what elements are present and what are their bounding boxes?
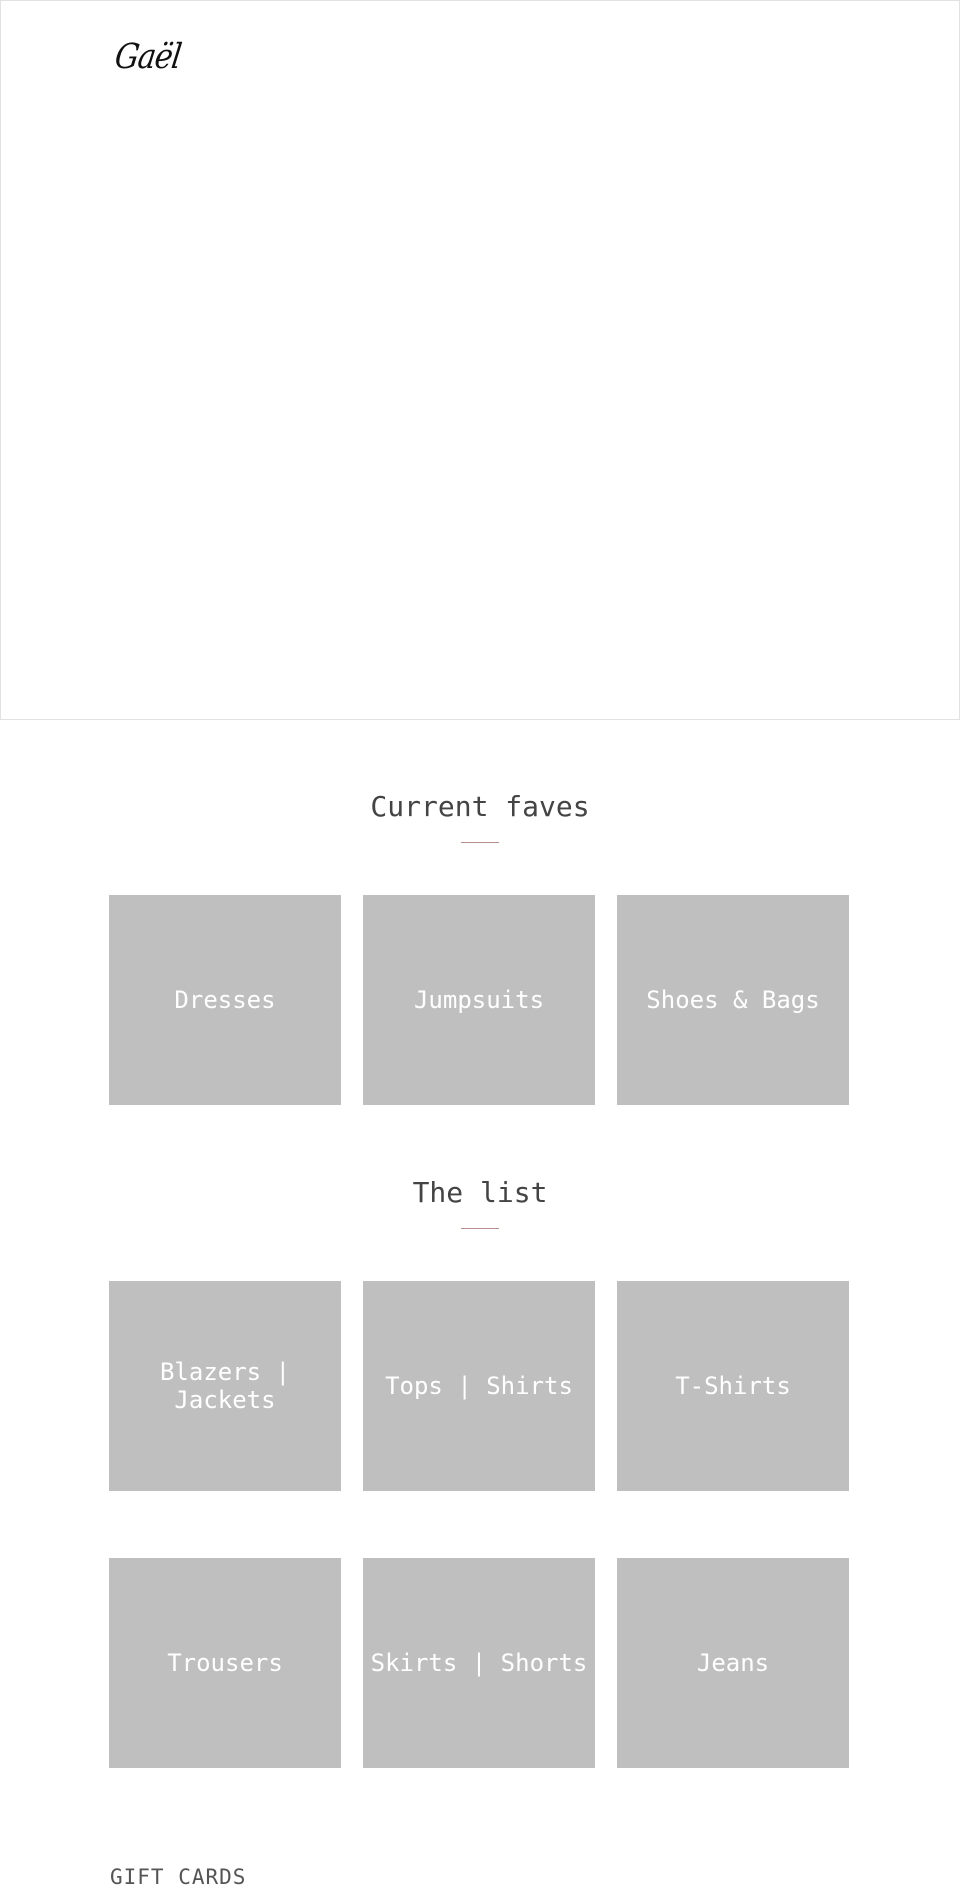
- title-divider: [461, 842, 499, 843]
- section-title-the-list: The list: [412, 1176, 548, 1209]
- category-card-t-shirts[interactable]: T-Shirts: [617, 1281, 849, 1491]
- brand-logo[interactable]: Gaël: [112, 37, 183, 77]
- category-label: T-Shirts: [675, 1372, 791, 1400]
- category-card-blazers-jackets[interactable]: Blazers | Jackets: [109, 1281, 341, 1491]
- category-card-tops-shirts[interactable]: Tops | Shirts: [363, 1281, 595, 1491]
- section-title-current-faves: Current faves: [370, 790, 590, 823]
- category-label: Dresses: [174, 986, 276, 1014]
- category-card-skirts-shorts[interactable]: Skirts | Shorts: [363, 1558, 595, 1768]
- category-card-jeans[interactable]: Jeans: [617, 1558, 849, 1768]
- category-label: Trousers: [167, 1649, 283, 1677]
- hero-banner: Gaël: [0, 0, 960, 720]
- category-label: Jeans: [696, 1649, 770, 1677]
- category-card-shoes-bags[interactable]: Shoes & Bags: [617, 895, 849, 1105]
- gift-cards-heading: GIFT CARDS: [110, 1865, 247, 1889]
- category-label: Blazers | Jackets: [159, 1358, 291, 1414]
- category-label: Skirts | Shorts: [370, 1649, 588, 1677]
- category-card-dresses[interactable]: Dresses: [109, 895, 341, 1105]
- title-divider: [461, 1228, 499, 1229]
- category-card-jumpsuits[interactable]: Jumpsuits: [363, 895, 595, 1105]
- category-label: Tops | Shirts: [385, 1372, 573, 1400]
- category-label: Shoes & Bags: [646, 986, 820, 1014]
- category-card-trousers[interactable]: Trousers: [109, 1558, 341, 1768]
- category-label: Jumpsuits: [413, 986, 545, 1014]
